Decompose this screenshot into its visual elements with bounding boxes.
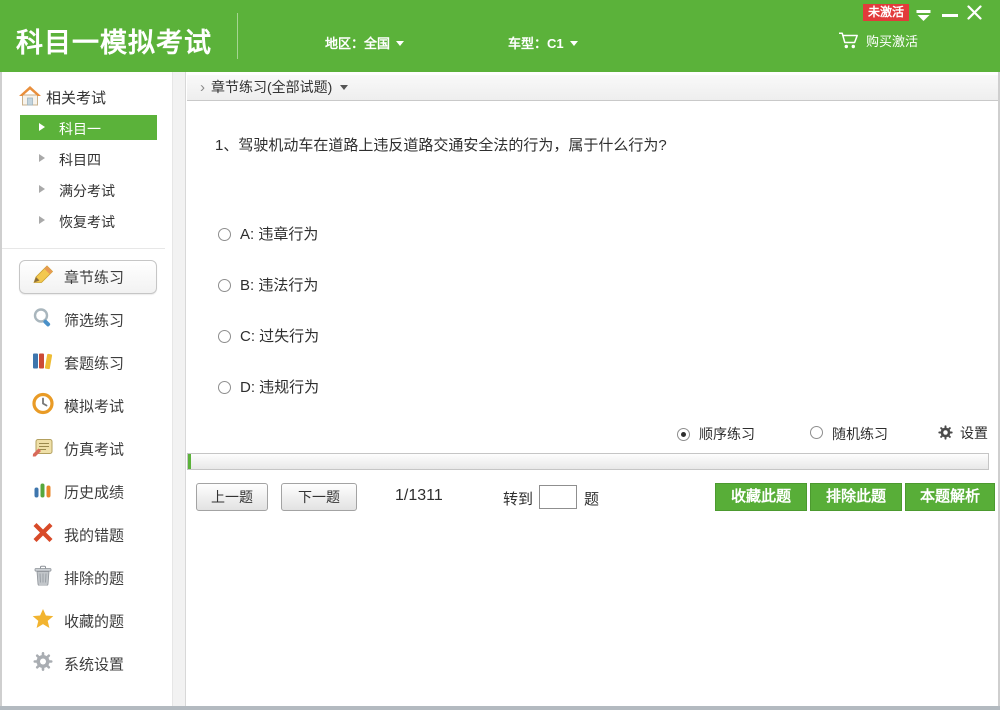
chevron-down-icon [569, 41, 578, 46]
clock-icon [31, 392, 55, 420]
option-b-radio[interactable] [218, 279, 231, 292]
chevron-down-icon [396, 41, 405, 46]
minimize-button[interactable] [942, 14, 958, 17]
minimize-icon [942, 14, 958, 17]
sidebar-item-simulation-exam[interactable]: 仿真考试 [2, 437, 172, 461]
option-c-radio[interactable] [218, 330, 231, 343]
settings-gear-icon [938, 425, 953, 440]
option-c[interactable]: C: 过失行为 [218, 325, 319, 345]
buy-activation-label: 购买激活 [866, 34, 919, 49]
notepad-icon [31, 437, 55, 462]
progress-bar-fill [188, 454, 191, 469]
goto-question-input[interactable] [539, 485, 577, 509]
random-practice-label[interactable]: 随机练习 [832, 424, 888, 444]
question-analysis-button[interactable]: 本题解析 [905, 483, 995, 511]
goto-suffix-label: 题 [584, 491, 600, 508]
breadcrumb-label: 章节练习(全部试题) [211, 79, 333, 95]
header-bar: 科目一模拟考试 地区：全国 车型：C1 购买激活 未激活 [0, 0, 1000, 72]
arrow-right-icon [39, 123, 45, 131]
sidebar-content-gutter [172, 72, 186, 706]
chevron-down-icon [340, 85, 349, 90]
vehicle-type-label: 车型：C1 [508, 36, 564, 51]
app-window: 科目一模拟考试 地区：全国 车型：C1 购买激活 未激活 相关考试 科目一 科目… [0, 0, 1000, 710]
sidebar-item-full-score-exam[interactable]: 满分考试 [2, 177, 172, 202]
option-a-radio[interactable] [218, 228, 231, 241]
window-border-bottom [0, 706, 1000, 710]
trash-icon [31, 565, 55, 591]
search-icon [31, 307, 55, 334]
home-icon [18, 85, 42, 112]
arrow-right-icon [39, 154, 45, 162]
close-icon [967, 5, 982, 20]
bar-chart-icon [31, 480, 55, 505]
settings-label: 设置 [960, 425, 988, 441]
sidebar-item-recovery-exam[interactable]: 恢复考试 [2, 208, 172, 233]
prev-question-button[interactable]: 上一题 [196, 483, 268, 511]
option-d-radio[interactable] [218, 381, 231, 394]
title-separator [237, 13, 238, 59]
option-d[interactable]: D: 违规行为 [218, 376, 319, 396]
sidebar-item-history-scores[interactable]: 历史成绩 [2, 480, 172, 504]
arrow-right-icon [39, 216, 45, 224]
random-practice-radio[interactable] [810, 426, 823, 439]
red-x-icon [31, 523, 55, 548]
sidebar-item-set-practice[interactable]: 套题练习 [2, 351, 172, 375]
sidebar-item-mock-exam[interactable]: 模拟考试 [2, 392, 172, 420]
option-a[interactable]: A: 违章行为 [218, 223, 318, 243]
pencil-icon [31, 265, 55, 290]
breadcrumb-chevron-icon: › [200, 79, 205, 96]
sidebar-item-chapter-practice[interactable]: 章节练习 [2, 265, 172, 289]
sequential-practice-label[interactable]: 顺序练习 [699, 424, 755, 444]
sequential-practice-radio[interactable] [677, 428, 690, 441]
app-title: 科目一模拟考试 [16, 28, 212, 58]
gear-icon [31, 652, 55, 677]
close-button[interactable] [967, 5, 982, 25]
region-dropdown[interactable]: 地区：全国 [325, 33, 405, 52]
sidebar-section-title: 相关考试 [46, 90, 107, 107]
sidebar-item-subject4[interactable]: 科目四 [2, 146, 172, 171]
next-question-button[interactable]: 下一题 [281, 483, 357, 511]
vehicle-type-dropdown[interactable]: 车型：C1 [508, 33, 578, 52]
sidebar-item-favorite-questions[interactable]: 收藏的题 [2, 609, 172, 633]
exclude-question-button[interactable]: 排除此题 [810, 483, 902, 511]
sidebar-item-excluded-questions[interactable]: 排除的题 [2, 565, 172, 591]
progress-bar [187, 453, 989, 470]
cart-icon [839, 32, 858, 49]
option-b[interactable]: B: 违法行为 [218, 274, 318, 294]
sidebar: 相关考试 科目一 科目四 满分考试 恢复考试 章节练习 筛选练习 套题练习 模拟… [2, 72, 172, 706]
favorite-question-button[interactable]: 收藏此题 [715, 483, 807, 511]
settings-button[interactable]: 设置 [938, 423, 988, 445]
main-content: › 章节练习(全部试题) 1、驾驶机动车在道路上违反道路交通安全法的行为，属于什么… [187, 72, 998, 706]
sidebar-divider [2, 248, 165, 249]
activation-status-badge: 未激活 [863, 4, 910, 21]
question-position: 1/1311 [395, 487, 443, 504]
skin-menu-icon[interactable] [916, 8, 931, 26]
arrow-right-icon [39, 185, 45, 193]
goto-prefix-label: 转到 [503, 491, 534, 508]
sidebar-item-subject1[interactable]: 科目一 [2, 115, 172, 140]
books-icon [31, 351, 55, 376]
chapter-selector-dropdown[interactable]: › 章节练习(全部试题) [187, 75, 998, 101]
sidebar-item-filter-practice[interactable]: 筛选练习 [2, 308, 172, 332]
question-text: 1、驾驶机动车在道路上违反道路交通安全法的行为，属于什么行为? [215, 137, 667, 154]
sidebar-item-system-settings[interactable]: 系统设置 [2, 652, 172, 676]
sidebar-item-my-wrong-questions[interactable]: 我的错题 [2, 523, 172, 547]
star-icon [31, 609, 55, 634]
region-dropdown-label: 地区：全国 [325, 36, 391, 51]
window-border-left [0, 72, 2, 710]
buy-activation-button[interactable]: 购买激活 [838, 31, 918, 50]
